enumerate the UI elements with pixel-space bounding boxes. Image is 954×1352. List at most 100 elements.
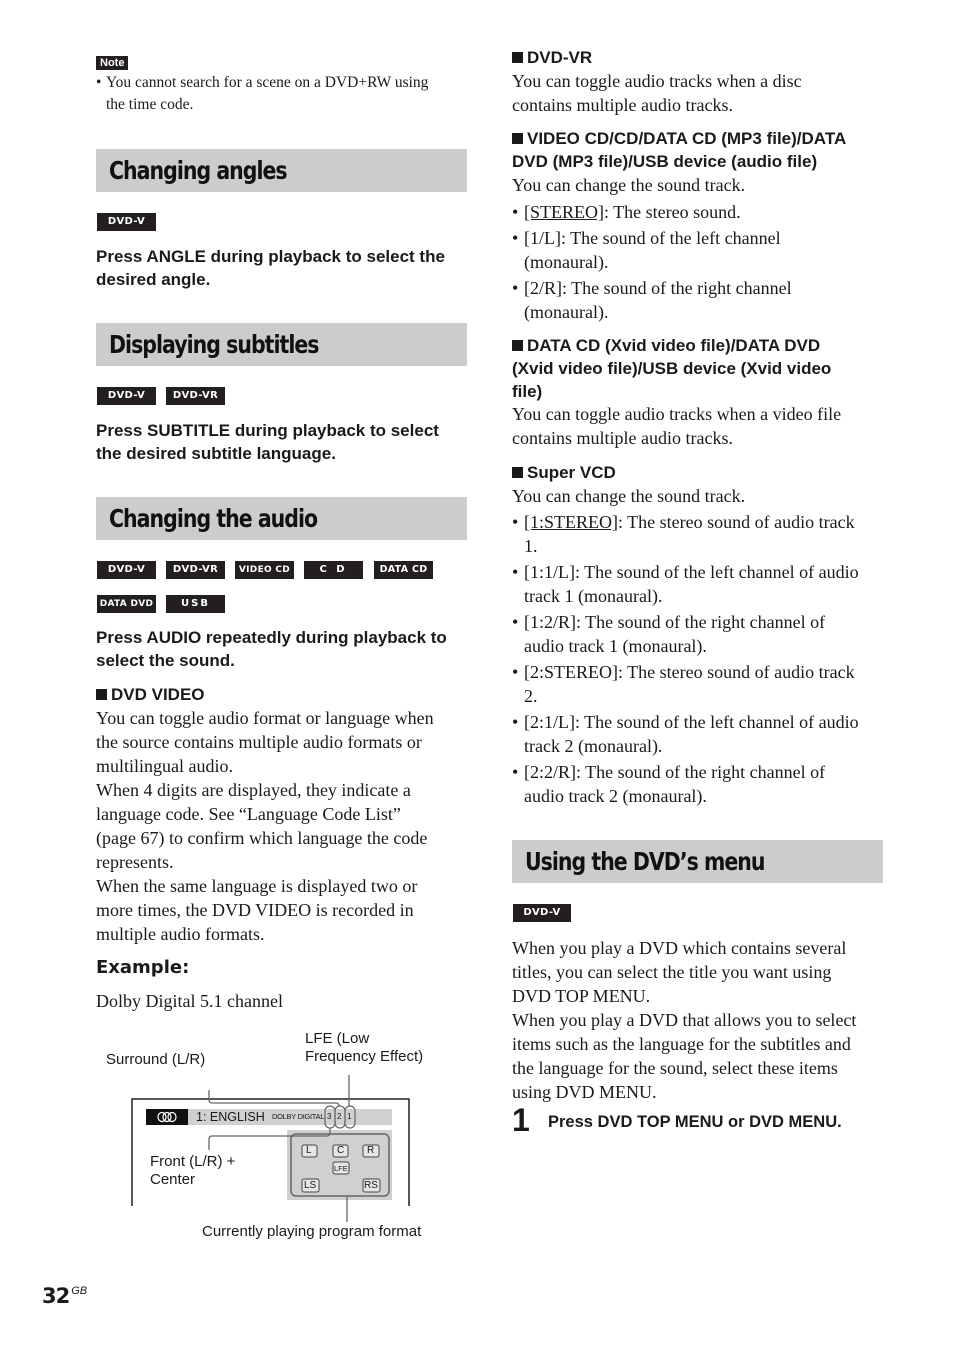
example-heading: Example: — [96, 957, 190, 978]
bullet: • — [512, 278, 519, 298]
subheading-dvd-video: DVD VIDEO — [96, 683, 468, 706]
text-line: You can toggle audio format or language … — [96, 708, 434, 728]
option-key: [1:2/R] — [524, 612, 576, 632]
square-bullet-icon — [512, 340, 523, 351]
digit-oval-3 — [324, 1105, 336, 1129]
option-text: : The sound of the right channel — [562, 278, 792, 298]
speaker-l: L — [306, 1145, 312, 1156]
label-lfe-line1: LFE (Low — [305, 1030, 370, 1047]
text-line: items such as the language for the subti… — [512, 1034, 851, 1054]
instruction-line: desired angle. — [96, 270, 211, 289]
text-line: (page 67) to confirm which language the … — [96, 828, 428, 848]
subheading-dvd-vr: DVD-VR — [512, 46, 884, 69]
text-line: DVD TOP MENU. — [512, 986, 651, 1006]
subheading-text: DATA CD (Xvid video file)/DATA DVD — [527, 336, 821, 355]
badge-usb: USB — [166, 595, 225, 613]
text-line: represents. — [96, 852, 174, 872]
heading-text: Changing angles — [109, 156, 288, 185]
label-surround: Surround (L/R) — [106, 1051, 206, 1068]
option-key: [2:1/L] — [524, 712, 575, 732]
heading-text: Changing the audio — [109, 504, 318, 533]
xvid-description: You can toggle audio tracks when a video… — [512, 402, 892, 450]
option-text-cont: 1. — [524, 536, 538, 556]
osd-audio-icon-bg — [146, 1109, 188, 1125]
speaker-lfe-box — [332, 1161, 350, 1175]
option-key: [2:2/R] — [524, 762, 576, 782]
option-text-cont: audio track 1 (monaural). — [524, 636, 707, 656]
text-line: contains multiple audio tracks. — [512, 95, 733, 115]
badge-data-dvd: DATA DVD — [97, 595, 156, 613]
text-line: using DVD MENU. — [512, 1082, 657, 1102]
osd-digit-3: 3 — [327, 1112, 332, 1121]
badge-dvd-v: DVD-V — [97, 213, 156, 231]
option-text: : The stereo sound of audio track — [618, 662, 855, 682]
section-heading-dvd-menu: Using the DVD’s menu — [512, 840, 883, 883]
section-heading-angles: Changing angles — [96, 149, 467, 192]
page-region: GB — [71, 1285, 88, 1297]
text-line: multilingual audio. — [96, 756, 233, 776]
speaker-c: C — [337, 1145, 345, 1156]
text-line: multiple audio formats. — [96, 924, 265, 944]
speaker-ls: LS — [304, 1180, 317, 1191]
option-text: : The stereo sound. — [604, 202, 741, 222]
example-caption: Dolby Digital 5.1 channel — [96, 991, 283, 1011]
text-line: You can toggle audio tracks when a disc — [512, 71, 802, 91]
speaker-ls-box — [301, 1178, 320, 1193]
screen-frame — [131, 1098, 410, 1206]
instruction-subtitle: Press SUBTITLE during playback to select… — [96, 419, 468, 465]
step-instruction: Press DVD TOP MENU or DVD MENU. — [548, 1113, 842, 1131]
instruction-audio: Press AUDIO repeatedly during playback t… — [96, 626, 468, 672]
page-number: 32 GB — [42, 1284, 87, 1308]
square-bullet-icon — [96, 689, 107, 700]
text-line: When you play a DVD which contains sever… — [512, 938, 847, 958]
text-line: When the same language is displayed two … — [96, 876, 418, 896]
subheading-text: Super VCD — [527, 463, 616, 482]
step-number: 1 — [512, 1102, 530, 1138]
label-lfe-line2: Frequency Effect) — [305, 1048, 424, 1065]
vcd-intro: You can change the sound track. — [512, 175, 746, 195]
speaker-panel-bg — [287, 1130, 392, 1200]
list-item: • [1:STEREO]: The stereo sound of audio t… — [512, 510, 892, 558]
option-text: : The sound of the left channel of audio — [575, 712, 859, 732]
list-item: • [2:1/L]: The sound of the left channel … — [512, 710, 892, 758]
option-text-cont: track 2 (monaural). — [524, 736, 663, 756]
instruction-angle: Press ANGLE during playback to select th… — [96, 245, 468, 291]
option-text-cont: (monaural). — [524, 252, 609, 272]
subheading-text: DVD-VR — [527, 48, 593, 67]
list-item: • [STEREO]: The stereo sound. — [512, 200, 884, 224]
text-line: When you play a DVD that allows you to s… — [512, 1010, 857, 1030]
option-text: : The sound of the right channel of — [576, 762, 826, 782]
osd-digit-2: 2 — [337, 1112, 342, 1121]
audio-icon — [157, 1111, 177, 1123]
option-text: : The sound of the left channel of audio — [575, 562, 859, 582]
subheading-super-vcd: Super VCD — [512, 461, 884, 484]
bullet: • — [512, 662, 519, 682]
note-line-2: the time code. — [106, 96, 194, 113]
badge-dvd-vr: DVD-VR — [166, 561, 225, 579]
svcd-intro: You can change the sound track. — [512, 486, 746, 506]
list-item: • [1:1/L]: The sound of the left channel … — [512, 560, 892, 608]
option-text: : The sound of the left channel — [560, 228, 781, 248]
option-text-cont: audio track 2 (monaural). — [524, 786, 707, 806]
subheading-text: DVD (MP3 file)/USB device (audio file) — [512, 152, 818, 171]
speaker-c-box — [332, 1144, 349, 1158]
bullet: • — [96, 74, 102, 91]
option-key: [1/L] — [524, 228, 561, 248]
vcd-options-list: • [STEREO]: The stereo sound. • [1/L]: The… — [512, 200, 884, 326]
speaker-panel — [290, 1133, 390, 1197]
text-line: more times, the DVD VIDEO is recorded in — [96, 900, 414, 920]
bullet: • — [512, 202, 519, 222]
list-item: • [1:2/R]: The sound of the right channel… — [512, 610, 892, 658]
subheading-text: (Xvid video file)/USB device (Xvid video — [512, 359, 832, 378]
bullet: • — [512, 562, 519, 582]
option-key: [1:1/L] — [524, 562, 575, 582]
list-item: • [1/L]: The sound of the left channel (mo… — [512, 226, 884, 274]
dvd-vr-description: You can toggle audio tracks when a disc … — [512, 69, 884, 117]
speaker-r: R — [367, 1145, 375, 1156]
label-front-line2: Center — [150, 1171, 196, 1188]
dvd-menu-description: When you play a DVD which contains sever… — [512, 936, 892, 1104]
digit-oval-2 — [334, 1105, 346, 1129]
heading-text: Displaying subtitles — [109, 330, 319, 359]
instruction-line: Press SUBTITLE during playback to select — [96, 421, 439, 440]
option-text-cont: 2. — [524, 686, 538, 706]
